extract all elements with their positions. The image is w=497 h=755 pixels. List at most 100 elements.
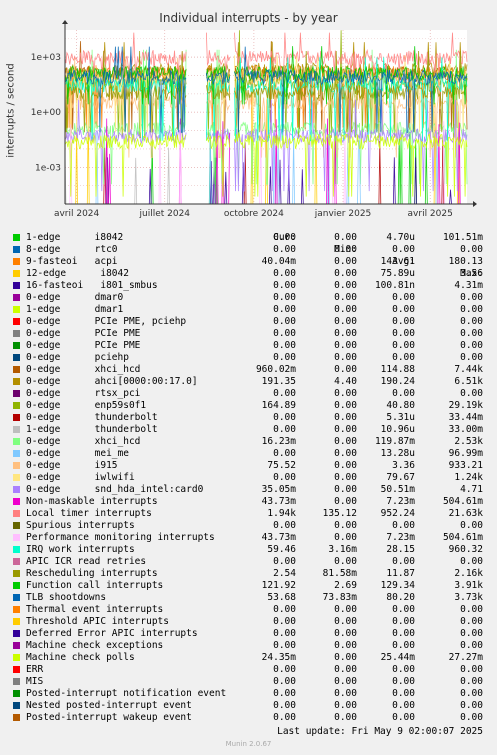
legend-label: Local timer interrupts bbox=[26, 508, 152, 519]
cur-value: 0.00 bbox=[273, 616, 296, 627]
min-value: 0.00 bbox=[334, 484, 357, 495]
min-value: 2.69 bbox=[334, 580, 357, 591]
legend-swatch bbox=[13, 534, 20, 541]
last-update: Last update: Fri May 9 02:00:07 2025 bbox=[277, 726, 483, 737]
min-value: 0.00 bbox=[334, 604, 357, 615]
max-value: 0.00 bbox=[460, 388, 483, 399]
legend-row: 16-fasteoi i801_smbus 0.00 0.00 100.81n 4.31… bbox=[0, 280, 497, 292]
legend-label: Function call interrupts bbox=[26, 580, 164, 591]
max-value: 0.00 bbox=[460, 688, 483, 699]
cur-value: 0.00 bbox=[273, 664, 296, 675]
legend-label: 1-edge dmar1 bbox=[26, 304, 124, 315]
min-value: 0.00 bbox=[334, 448, 357, 459]
max-value: 29.19k bbox=[448, 400, 483, 411]
min-value: 0.00 bbox=[334, 496, 357, 507]
legend-row: Thermal event interrupts 0.00 0.00 0.00 0.00 bbox=[0, 604, 497, 616]
cur-value: 59.46 bbox=[267, 544, 296, 555]
min-value: 0.00 bbox=[334, 640, 357, 651]
legend-label: Machine check polls bbox=[26, 652, 135, 663]
avg-value: 10.96u bbox=[380, 424, 415, 435]
legend-row: 0-edge PCIe PME 0.00 0.00 0.00 0.00 bbox=[0, 340, 497, 352]
min-value: 0.00 bbox=[334, 256, 357, 267]
cur-value: 0.00 bbox=[273, 316, 296, 327]
avg-value: 0.00 bbox=[392, 628, 415, 639]
legend-row: 0-edge snd_hda_intel:card0 35.05m 0.00 50.5… bbox=[0, 484, 497, 496]
x-tick-label: janvier 2025 bbox=[314, 209, 372, 219]
legend-swatch bbox=[13, 378, 20, 385]
legend-swatch bbox=[13, 678, 20, 685]
avg-value: 100.81n bbox=[374, 280, 415, 291]
legend-row: 0-edge enp59s0f1 164.89 0.00 40.80 29.19k bbox=[0, 400, 497, 412]
legend-label: Non-maskable interrupts bbox=[26, 496, 158, 507]
legend-row: Local timer interrupts 1.94k 135.12 952.24 2… bbox=[0, 508, 497, 520]
legend-row: 1-edge dmar1 0.00 0.00 0.00 0.00 bbox=[0, 304, 497, 316]
legend-row: Function call interrupts 121.92 2.69 129.34… bbox=[0, 580, 497, 592]
legend-row: Threshold APIC interrupts 0.00 0.00 0.00 0.0… bbox=[0, 616, 497, 628]
max-value: 0.00 bbox=[460, 604, 483, 615]
min-value: 0.00 bbox=[334, 472, 357, 483]
avg-value: 0.00 bbox=[392, 352, 415, 363]
legend-swatch bbox=[13, 570, 20, 577]
legend-label: 0-edge ahci[0000:00:17.0] bbox=[26, 376, 198, 387]
min-value: 0.00 bbox=[334, 304, 357, 315]
min-value: 0.00 bbox=[334, 412, 357, 423]
avg-value: 0.00 bbox=[392, 700, 415, 711]
legend-swatch bbox=[13, 462, 20, 469]
avg-value: 4.70u bbox=[386, 232, 415, 243]
cur-value: 0.00 bbox=[273, 352, 296, 363]
avg-value: 0.00 bbox=[392, 676, 415, 687]
avg-value: 50.51m bbox=[380, 484, 415, 495]
legend-swatch bbox=[13, 582, 20, 589]
legend-swatch bbox=[13, 282, 20, 289]
max-value: 3.73k bbox=[454, 592, 483, 603]
max-value: 0.00 bbox=[460, 676, 483, 687]
cur-value: 0.00 bbox=[273, 700, 296, 711]
legend-label: 0-edge rtsx_pci bbox=[26, 388, 141, 399]
max-value: 7.44k bbox=[454, 364, 483, 375]
max-value: 0.00 bbox=[460, 352, 483, 363]
x-tick-label: avril 2024 bbox=[54, 209, 100, 219]
avg-value: 7.23m bbox=[386, 532, 415, 543]
legend-row: TLB shootdowns 53.68 73.83m 80.20 3.73k bbox=[0, 592, 497, 604]
legend-row: 1-edge thunderbolt 0.00 0.00 10.96u 33.00m bbox=[0, 424, 497, 436]
legend-label: 12-edge i8042 bbox=[26, 268, 129, 279]
max-value: 180.13 bbox=[448, 256, 483, 267]
legend-label: 1-edge i8042 bbox=[26, 232, 124, 243]
max-value: 101.51m bbox=[442, 232, 483, 243]
legend-swatch bbox=[13, 342, 20, 349]
legend-label: 16-fasteoi i801_smbus bbox=[26, 280, 158, 291]
legend-row: Non-maskable interrupts 43.73m 0.00 7.23m 50… bbox=[0, 496, 497, 508]
legend-swatch bbox=[13, 642, 20, 649]
cur-value: 0.00 bbox=[273, 640, 296, 651]
legend-label: Spurious interrupts bbox=[26, 520, 135, 531]
min-value: 0.00 bbox=[334, 556, 357, 567]
legend-label: 1-edge thunderbolt bbox=[26, 424, 158, 435]
y-tick-label: 1e+03 bbox=[31, 53, 61, 63]
min-value: 0.00 bbox=[334, 400, 357, 411]
avg-value: 0.00 bbox=[392, 244, 415, 255]
legend-label: 0-edge dmar0 bbox=[26, 292, 124, 303]
legend-swatch bbox=[13, 522, 20, 529]
min-value: 0.00 bbox=[334, 712, 357, 723]
legend-label: Machine check exceptions bbox=[26, 640, 164, 651]
cur-value: 0.00 bbox=[273, 448, 296, 459]
min-value: 0.00 bbox=[334, 628, 357, 639]
avg-value: 952.24 bbox=[380, 508, 415, 519]
min-value: 0.00 bbox=[334, 616, 357, 627]
avg-value: 0.00 bbox=[392, 304, 415, 315]
legend-row: 0-edge i915 75.52 0.00 3.36 933.21 bbox=[0, 460, 497, 472]
max-value: 0.00 bbox=[460, 244, 483, 255]
legend-row: 0-edge dmar0 0.00 0.00 0.00 0.00 bbox=[0, 292, 497, 304]
max-value: 0.00 bbox=[460, 316, 483, 327]
cur-value: 0.00 bbox=[273, 412, 296, 423]
legend-swatch bbox=[13, 546, 20, 553]
avg-value: 0.00 bbox=[392, 616, 415, 627]
legend-swatch bbox=[13, 234, 20, 241]
max-value: 3.56 bbox=[460, 268, 483, 279]
legend-header: Cur: Min: Avg: Max: bbox=[0, 220, 497, 279]
avg-value: 80.20 bbox=[386, 592, 415, 603]
max-value: 0.00 bbox=[460, 556, 483, 567]
max-value: 33.44m bbox=[448, 412, 483, 423]
legend-label: 9-fasteoi acpi bbox=[26, 256, 118, 267]
legend-swatch bbox=[13, 714, 20, 721]
